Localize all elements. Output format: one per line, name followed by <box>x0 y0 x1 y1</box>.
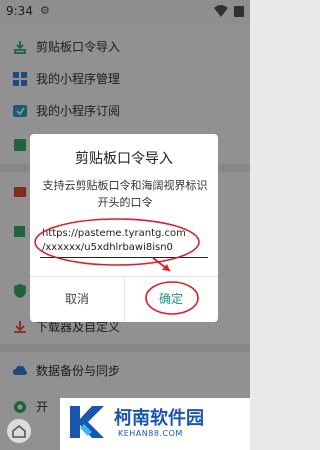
command-input-line2: /xxxxxx/u5xdhlrbawi8isn0 <box>42 242 173 253</box>
dialog-message-line2: 开头的口令 <box>97 196 153 209</box>
watermark-title: 柯南软件园 <box>114 408 204 429</box>
confirm-button[interactable]: 确定 <box>124 276 218 322</box>
home-icon[interactable] <box>6 418 32 444</box>
watermark-logo-icon <box>70 406 104 438</box>
dialog-title: 剪贴板口令导入 <box>75 151 173 167</box>
command-input[interactable]: https://pasteme.tyrantg.com /xxxxxx/u5xd… <box>40 226 208 258</box>
dialog-message: 支持云剪贴板口令和海阔视界标识 开头的口令 <box>42 177 208 211</box>
watermark-url: KEHAN88.COM <box>118 429 183 438</box>
dialog-message-line1: 支持云剪贴板口令和海阔视界标识 <box>42 179 208 192</box>
cancel-button[interactable]: 取消 <box>30 276 124 322</box>
clipboard-import-dialog: 剪贴板口令导入 支持云剪贴板口令和海阔视界标识 开头的口令 https://pa… <box>30 134 218 322</box>
command-input-line1: https://pasteme.tyrantg.com <box>42 228 186 239</box>
